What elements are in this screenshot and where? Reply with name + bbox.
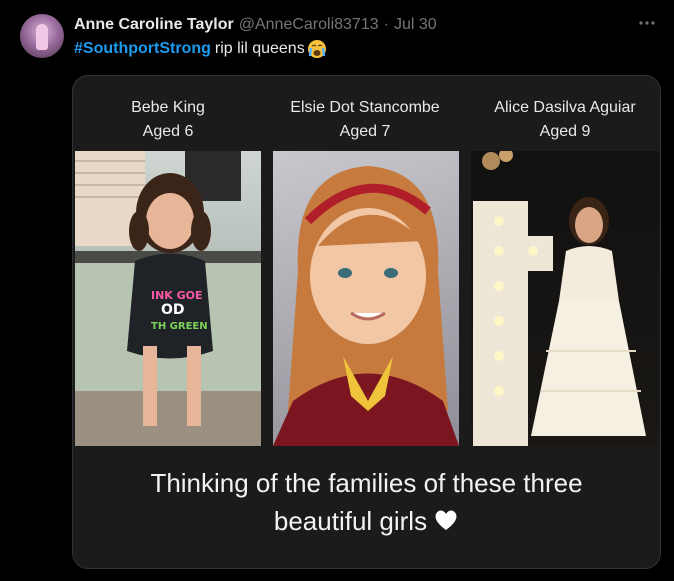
- author-name[interactable]: Anne Caroline Taylor: [74, 16, 234, 34]
- caption-name: Alice Dasilva Aguiar: [494, 99, 636, 116]
- photo-elsie: [273, 151, 459, 446]
- tweet-body: rip lil queens: [214, 40, 305, 57]
- caption-bebe: Bebe King Aged 6: [73, 96, 263, 144]
- caption-age: Aged 7: [339, 123, 391, 140]
- avatar[interactable]: [20, 14, 64, 58]
- shirt-text-1: INK GOE: [151, 289, 203, 302]
- crying-face-icon: [307, 39, 327, 59]
- tweet-header: Anne Caroline Taylor @AnneCaroli83713 · …: [74, 14, 437, 36]
- tweet-media-image[interactable]: Bebe King Aged 6 Elsie Dot Stancombe Age…: [72, 75, 661, 569]
- caption-line-2: beautiful girls: [73, 502, 660, 542]
- photo-bebe: INK GOE OD TH GREEN: [75, 151, 261, 446]
- caption-name: Elsie Dot Stancombe: [290, 99, 440, 116]
- caption-elsie: Elsie Dot Stancombe Aged 7: [270, 96, 460, 144]
- photo-alice: [471, 151, 659, 446]
- caption-name: Bebe King: [131, 99, 205, 116]
- avatar-figure: [36, 24, 48, 50]
- caption-line-1: Thinking of the families of these three: [150, 468, 583, 498]
- caption-age: Aged 6: [142, 123, 194, 140]
- white-heart-icon: [433, 504, 459, 542]
- shirt-text-3: TH GREEN: [151, 321, 208, 332]
- caption-age: Aged 9: [539, 123, 591, 140]
- shirt-text-2: OD: [161, 302, 185, 318]
- tweet-text: #SouthportStrong rip lil queens: [74, 38, 327, 60]
- more-icon[interactable]: [636, 12, 658, 34]
- author-handle[interactable]: @AnneCaroli83713: [239, 16, 379, 34]
- hashtag-link[interactable]: #SouthportStrong: [74, 38, 211, 60]
- tweet-date[interactable]: Jul 30: [394, 16, 437, 34]
- separator: ·: [383, 16, 389, 33]
- image-caption-text: Thinking of the families of these three …: [73, 464, 660, 542]
- caption-alice: Alice Dasilva Aguiar Aged 9: [470, 96, 660, 144]
- caption-line-2-text: beautiful girls: [273, 506, 428, 536]
